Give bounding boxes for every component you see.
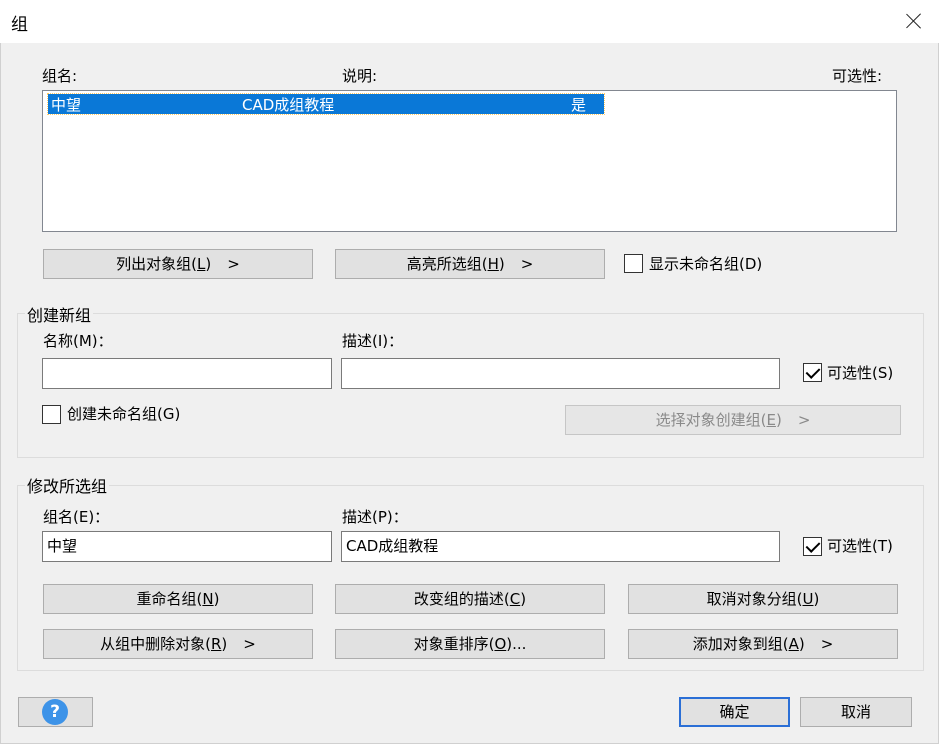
change-description-button[interactable]: 改变组的描述(C) bbox=[335, 584, 605, 614]
create-selectable-label: 可选性(S) bbox=[827, 364, 894, 382]
create-group-title: 创建新组 bbox=[25, 302, 94, 326]
select-objects-create-button[interactable]: 选择对象创建组(E) > bbox=[565, 405, 901, 435]
list-item-description: CAD成组教程 bbox=[242, 96, 335, 114]
chevron-right-icon: > bbox=[820, 635, 834, 653]
chevron-right-icon: > bbox=[243, 635, 256, 653]
create-name-input[interactable] bbox=[42, 358, 332, 389]
show-unnamed-checkbox[interactable] bbox=[624, 254, 643, 273]
create-unnamed-label: 创建未命名组(G) bbox=[67, 405, 181, 423]
create-selectable-checkbox[interactable] bbox=[803, 363, 822, 382]
chevron-right-icon: > bbox=[227, 255, 240, 273]
window-title: 组 bbox=[11, 15, 28, 35]
modify-description-input[interactable]: CAD成组教程 bbox=[341, 531, 780, 562]
ok-button[interactable]: 确定 bbox=[679, 697, 790, 727]
modify-name-input[interactable]: 中望 bbox=[42, 531, 332, 562]
help-button[interactable]: ? bbox=[18, 697, 93, 727]
create-description-label: 描述(I)： bbox=[342, 332, 404, 350]
help-icon: ? bbox=[42, 699, 68, 725]
cancel-button[interactable]: 取消 bbox=[800, 697, 912, 727]
create-unnamed-checkbox[interactable] bbox=[42, 405, 61, 424]
reorder-objects-button[interactable]: 对象重排序(O)... bbox=[335, 629, 605, 659]
list-item-selectable: 是 bbox=[571, 96, 587, 114]
create-description-input[interactable] bbox=[341, 358, 780, 389]
dialog-body: 组名: 说明: 可选性: 中望 CAD成组教程 是 列出对象组(L) > 高亮所选… bbox=[0, 43, 939, 744]
column-header-selectable: 可选性: bbox=[832, 67, 883, 85]
column-header-name: 组名: bbox=[42, 67, 78, 85]
chevron-right-icon: > bbox=[797, 411, 811, 429]
title-bar: 组 bbox=[0, 0, 939, 43]
list-groups-button[interactable]: 列出对象组(L) > bbox=[43, 249, 313, 279]
modify-selectable-checkbox[interactable] bbox=[803, 537, 822, 556]
column-header-description: 说明: bbox=[342, 67, 378, 85]
modify-description-label: 描述(P)： bbox=[342, 508, 408, 526]
remove-from-group-button[interactable]: 从组中删除对象(R) > bbox=[43, 629, 313, 659]
create-name-label: 名称(M)： bbox=[43, 332, 113, 350]
modify-group-title: 修改所选组 bbox=[25, 473, 110, 497]
group-listbox[interactable]: 中望 CAD成组教程 是 bbox=[42, 90, 897, 232]
highlight-group-button[interactable]: 高亮所选组(H) > bbox=[335, 249, 605, 279]
modify-selectable-label: 可选性(T) bbox=[827, 537, 893, 555]
show-unnamed-label: 显示未命名组(D) bbox=[649, 255, 763, 273]
list-item[interactable]: 中望 CAD成组教程 是 bbox=[47, 93, 605, 115]
list-item-name: 中望 bbox=[51, 96, 82, 114]
ungroup-button[interactable]: 取消对象分组(U) bbox=[628, 584, 898, 614]
modify-name-label: 组名(E)： bbox=[43, 508, 110, 526]
chevron-right-icon: > bbox=[520, 255, 534, 273]
add-to-group-button[interactable]: 添加对象到组(A) > bbox=[628, 629, 898, 659]
rename-group-button[interactable]: 重命名组(N) bbox=[43, 584, 313, 614]
close-icon[interactable] bbox=[901, 8, 927, 34]
